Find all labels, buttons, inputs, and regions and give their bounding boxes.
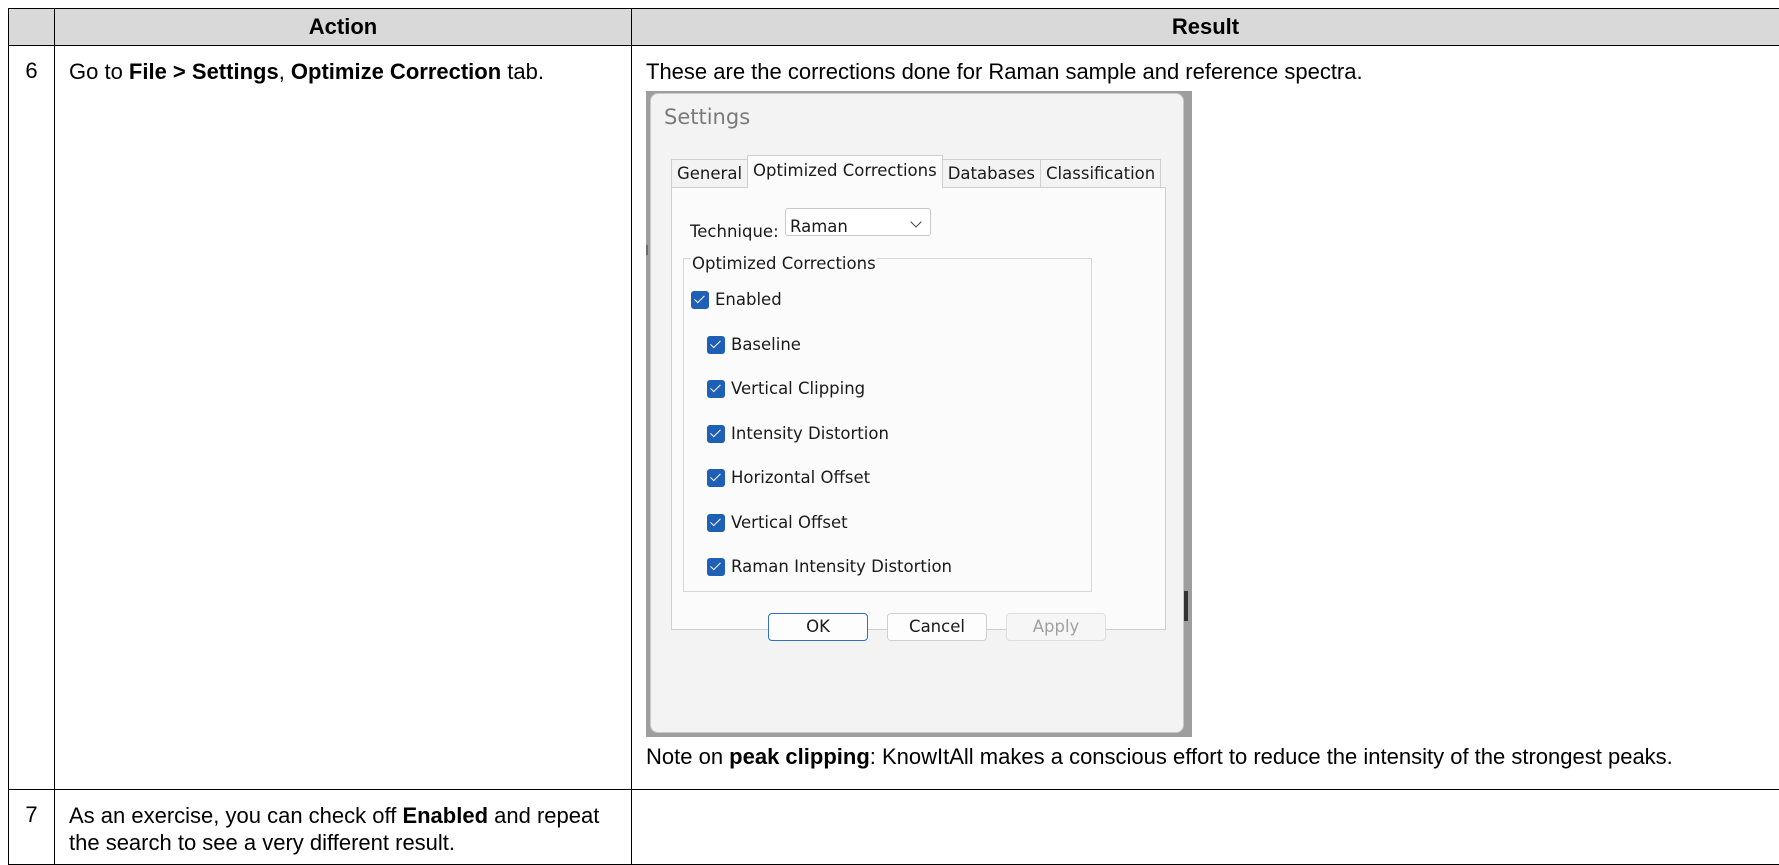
checkmark-icon [707,380,725,398]
checkbox-label: Raman Intensity Distortion [731,553,952,580]
checkbox-label: Vertical Clipping [731,375,865,402]
group-label: Optimized Corrections [691,250,877,277]
action-cell: Go to File > Settings, Optimize Correcti… [55,46,632,790]
enabled-term: Enabled [402,803,488,828]
action-cell: As an exercise, you can check off Enable… [55,790,632,865]
header-result: Result [632,9,1779,46]
checkmark-icon [691,291,709,309]
cancel-button[interactable]: Cancel [887,613,987,641]
checkmark-icon [707,336,725,354]
vertical-offset-checkbox[interactable]: Vertical Offset [707,509,848,536]
checkbox-label: Vertical Offset [731,509,848,536]
note-term: peak clipping [729,744,870,769]
checkbox-label: Enabled [715,286,782,313]
step-number: 6 [9,46,55,790]
ok-button[interactable]: OK [768,613,868,641]
checkbox-label: Horizontal Offset [731,464,870,491]
tab-name: Optimize Correction [291,59,501,84]
technique-select[interactable]: Raman [785,208,931,236]
enabled-checkbox[interactable]: Enabled [691,286,782,313]
menu-path: File > Settings [129,59,279,84]
raman-intensity-distortion-checkbox[interactable]: Raman Intensity Distortion [707,553,952,580]
tab-bar: General Optimized Corrections Databases … [671,156,1160,187]
tab-panel: Technique: Raman Optimized Corrections E… [671,187,1166,630]
dialog-title: Settings [664,104,750,131]
tab-classification[interactable]: Classification [1040,159,1161,188]
tab-general[interactable]: General [671,159,748,188]
technique-label: Technique: [690,218,779,245]
action-text: , [279,59,291,84]
header-number [9,9,55,46]
settings-screenshot: Settings General Optimized Corrections D… [646,91,1192,737]
vertical-clipping-checkbox[interactable]: Vertical Clipping [707,375,865,402]
checkbox-label: Baseline [731,331,801,358]
chevron-down-icon [910,216,921,227]
background-mark [1184,591,1188,621]
table-row: 6 Go to File > Settings, Optimize Correc… [9,46,1779,790]
baseline-checkbox[interactable]: Baseline [707,331,801,358]
note-text: : KnowItAll makes a conscious effort to … [870,744,1673,769]
checkmark-icon [707,425,725,443]
header-row: Action Result [9,9,1779,46]
apply-button[interactable]: Apply [1006,613,1106,641]
checkmark-icon [707,514,725,532]
action-text: As an exercise, you can check off [69,803,402,828]
checkmark-icon [707,469,725,487]
note-text: Note on [646,744,729,769]
intensity-distortion-checkbox[interactable]: Intensity Distortion [707,420,889,447]
table-row: 7 As an exercise, you can check off Enab… [9,790,1779,865]
result-note: Note on peak clipping: KnowItAll makes a… [646,743,1765,770]
tab-optimized-corrections[interactable]: Optimized Corrections [747,155,943,188]
action-text: Go to [69,59,129,84]
step-number: 7 [9,790,55,865]
technique-value: Raman [790,213,848,240]
checkmark-icon [707,558,725,576]
instruction-table: Action Result 6 Go to File > Settings, O… [8,8,1779,865]
horizontal-offset-checkbox[interactable]: Horizontal Offset [707,464,870,491]
tab-databases[interactable]: Databases [942,159,1041,188]
background-mark [646,245,648,255]
checkbox-label: Intensity Distortion [731,420,889,447]
settings-dialog: Settings General Optimized Corrections D… [650,93,1184,733]
result-intro: These are the corrections done for Raman… [646,58,1765,85]
result-cell: These are the corrections done for Raman… [632,46,1779,790]
header-action: Action [55,9,632,46]
action-text: tab. [501,59,544,84]
result-cell [632,790,1779,865]
